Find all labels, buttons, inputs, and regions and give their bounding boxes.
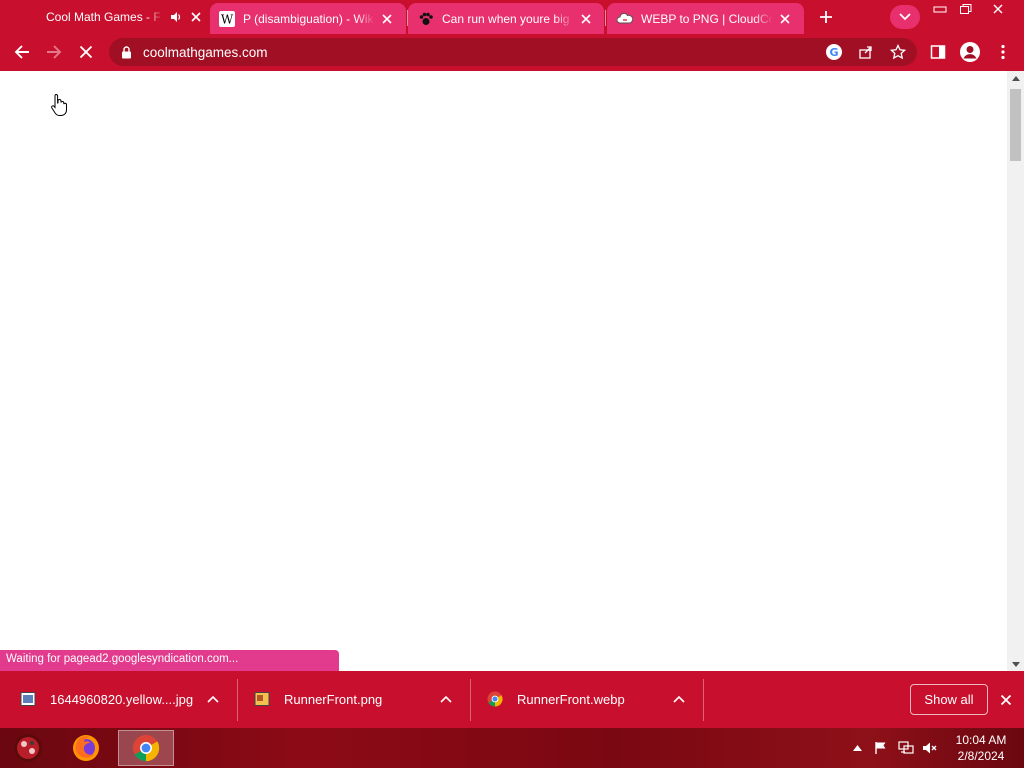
action-center-flag-icon[interactable]	[873, 740, 889, 756]
tab-webp-to-png[interactable]: WEBP to PNG | CloudCon	[607, 3, 804, 34]
tab-title: WEBP to PNG | CloudCon	[641, 11, 773, 26]
download-item[interactable]: RunnerFront.png	[238, 677, 470, 721]
side-panel-icon	[930, 45, 946, 59]
chevron-down-icon	[899, 13, 911, 21]
caret-up-icon	[852, 745, 862, 751]
tab-cool-math-games[interactable]: Cool Math Games - F	[10, 0, 210, 34]
chrome-file-icon	[487, 691, 503, 707]
minimize-icon	[933, 6, 947, 13]
close-window-button[interactable]	[984, 0, 1012, 18]
chrome-icon	[132, 734, 160, 762]
scroll-down-arrow-icon[interactable]	[1007, 657, 1024, 671]
close-icon	[1000, 694, 1012, 706]
clock-date: 2/8/2024	[957, 749, 1005, 763]
download-filename: 1644960820.yellow....jpg	[50, 691, 194, 707]
download-filename: RunnerFront.webp	[517, 691, 625, 707]
restore-button[interactable]	[952, 0, 980, 18]
menu-button[interactable]	[989, 38, 1017, 66]
browser-toolbar: coolmathgames.com G	[0, 34, 1024, 71]
download-item[interactable]: 1644960820.yellow....jpg	[0, 677, 237, 721]
tab-close-icon[interactable]	[777, 11, 793, 27]
arrow-left-icon	[14, 45, 29, 59]
google-lens-icon[interactable]: G	[824, 42, 844, 62]
forward-button[interactable]	[40, 38, 68, 66]
avatar-icon	[960, 42, 980, 62]
minimize-button[interactable]	[926, 0, 954, 18]
show-all-button[interactable]: Show all	[910, 684, 988, 715]
paw-favicon-icon	[418, 11, 434, 27]
image-file-icon	[20, 691, 36, 707]
lock-icon[interactable]	[119, 45, 133, 59]
system-clock[interactable]: 10:04 AM 2/8/2024	[946, 732, 1016, 764]
download-filename: RunnerFront.png	[284, 691, 383, 707]
scroll-up-arrow-icon[interactable]	[1007, 71, 1024, 85]
tab-strip: Cool Math Games - F W P (disambiguation)…	[0, 0, 1024, 34]
kebab-menu-icon	[1001, 44, 1005, 60]
restore-icon	[960, 4, 972, 14]
clock-time: 10:04 AM	[955, 733, 1007, 747]
firefox-icon	[73, 735, 99, 761]
url-text[interactable]: coolmathgames.com	[143, 45, 268, 60]
tab-separator	[605, 10, 606, 26]
cloudconvert-favicon-icon	[617, 11, 633, 27]
windows-taskbar: 10:04 AM 2/8/2024	[0, 728, 1024, 768]
stop-icon	[79, 45, 93, 59]
side-panel-button[interactable]	[924, 38, 952, 66]
coolmath-favicon-icon	[22, 9, 38, 25]
tab-title: Cool Math Games - F	[46, 10, 161, 24]
stop-loading-button[interactable]	[72, 38, 100, 66]
hand-cursor-icon	[50, 93, 68, 117]
taskbar-firefox[interactable]	[58, 730, 114, 766]
profile-button[interactable]	[956, 38, 984, 66]
tab-can-run-when-youre-big[interactable]: Can run when youre big !	[408, 3, 604, 34]
tab-close-icon[interactable]	[578, 11, 594, 27]
volume-muted-icon[interactable]	[922, 740, 938, 756]
download-shelf: 1644960820.yellow....jpg RunnerFront.png…	[0, 671, 1024, 728]
network-icon[interactable]	[898, 740, 914, 756]
chevron-up-icon[interactable]	[438, 691, 454, 707]
svg-text:W: W	[221, 12, 234, 26]
plus-icon	[820, 11, 832, 23]
share-icon[interactable]	[856, 42, 876, 62]
download-separator	[703, 679, 704, 721]
tab-search-button[interactable]	[890, 5, 920, 29]
tab-p-disambiguation[interactable]: W P (disambiguation) - Wik	[210, 3, 406, 34]
bookmark-star-icon[interactable]	[888, 42, 908, 62]
wikipedia-favicon-icon: W	[219, 10, 235, 27]
close-icon	[993, 4, 1003, 14]
status-bubble: Waiting for pagead2.googlesyndication.co…	[0, 650, 339, 671]
tab-close-icon[interactable]	[379, 11, 395, 27]
tab-title: Can run when youre big !	[442, 11, 574, 26]
tab-title: P (disambiguation) - Wik	[243, 11, 374, 26]
png-file-icon	[254, 691, 270, 707]
download-item[interactable]: RunnerFront.webp	[471, 677, 703, 721]
chevron-up-icon[interactable]	[671, 691, 687, 707]
chevron-up-icon[interactable]	[205, 691, 221, 707]
arrow-right-icon	[47, 45, 62, 59]
taskbar-chrome[interactable]	[118, 730, 174, 766]
back-button[interactable]	[8, 38, 36, 66]
page-content	[0, 71, 1007, 671]
address-bar[interactable]: coolmathgames.com G	[109, 38, 917, 66]
start-button[interactable]	[0, 730, 56, 766]
start-orb-icon	[14, 734, 42, 762]
tab-close-icon[interactable]	[188, 9, 204, 25]
new-tab-button[interactable]	[815, 6, 837, 28]
tab-audio-icon[interactable]	[168, 9, 184, 25]
svg-text:G: G	[829, 46, 838, 59]
show-hidden-icons-button[interactable]	[849, 740, 865, 756]
close-shelf-button[interactable]	[996, 690, 1016, 710]
scroll-thumb[interactable]	[1010, 89, 1021, 161]
vertical-scrollbar[interactable]	[1007, 71, 1024, 671]
